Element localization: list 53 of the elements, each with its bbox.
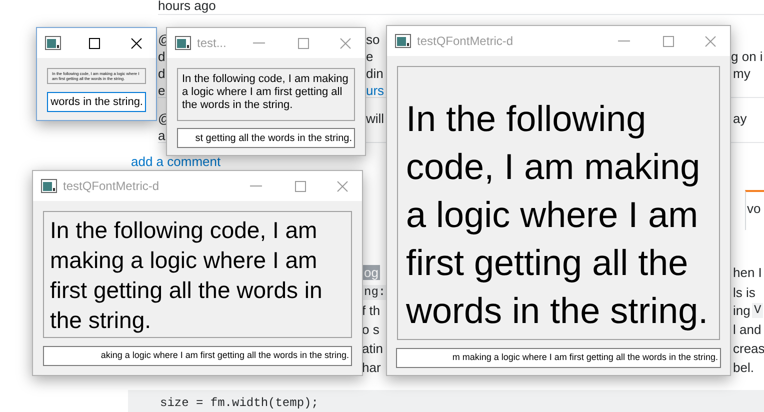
text-fragment: d [158, 66, 166, 81]
maximize-icon [294, 180, 306, 192]
text-fragment: V [752, 303, 764, 318]
text-fragment: g on i [731, 49, 763, 64]
minimize-icon [253, 42, 265, 44]
text-fragment: so [366, 32, 380, 47]
text-input[interactable]: aking a logic where I am first getting all the words in the string. [43, 346, 352, 366]
minimize-icon [250, 185, 262, 187]
text-label: In the following code, I am making a logic where I am first getting all the words in the string. [43, 211, 352, 338]
text-fragment: my [733, 66, 750, 81]
text-fragment: hours ago [158, 0, 216, 13]
window-title: testQFontMetric-d [417, 33, 514, 50]
minimize-icon [618, 40, 630, 42]
close-icon [704, 36, 716, 46]
text-input[interactable]: st getting all the words in the string. [177, 128, 355, 148]
maximize-icon [88, 38, 100, 48]
text-fragment: e [158, 83, 166, 98]
maximize-icon [662, 36, 674, 46]
text-fragment: og [362, 265, 380, 280]
maximize-icon [298, 38, 308, 48]
text-fragment: e [366, 49, 374, 64]
link[interactable]: add a comment [131, 154, 221, 169]
text-fragment: hen I [733, 265, 762, 280]
text-label: In the following code, I am making a logic where I am first getting all the words in the string. [177, 68, 355, 121]
text-fragment: din [366, 66, 384, 81]
text-input[interactable]: words in the string. [47, 92, 146, 112]
tab-background [745, 190, 764, 230]
text-fragment: f th [362, 303, 380, 318]
text-fragment: atin [362, 341, 383, 356]
text-label: In the following code, I am making a logic where I am first getting all the words in the string. [397, 66, 720, 340]
code-block: size = fm.width(temp); [128, 390, 764, 412]
text-fragment: a [158, 128, 166, 143]
text-fragment: d [158, 49, 166, 64]
app-icon [41, 179, 57, 193]
window-title: testQFontMetric-d [63, 178, 160, 195]
text-input[interactable]: m making a logic where I am first getting all the words in the string. [396, 348, 721, 368]
close-icon [336, 180, 348, 192]
app-icon [395, 34, 411, 48]
app-icon [45, 36, 61, 50]
text-fragment: creas [733, 341, 764, 356]
text-fragment: ay [733, 111, 747, 126]
text-fragment: har [362, 360, 381, 375]
text-fragment: will [366, 111, 384, 126]
text-fragment: bel. [733, 360, 754, 375]
close-icon [340, 38, 350, 48]
text-fragment: vo [747, 201, 761, 216]
app-icon [175, 36, 191, 50]
text-fragment: l and [733, 322, 762, 337]
window-title: test... [197, 35, 226, 52]
text-fragment: ing [733, 303, 750, 318]
text-fragment: ls is [733, 285, 756, 300]
link[interactable]: urs [366, 83, 384, 98]
close-icon [130, 38, 142, 48]
